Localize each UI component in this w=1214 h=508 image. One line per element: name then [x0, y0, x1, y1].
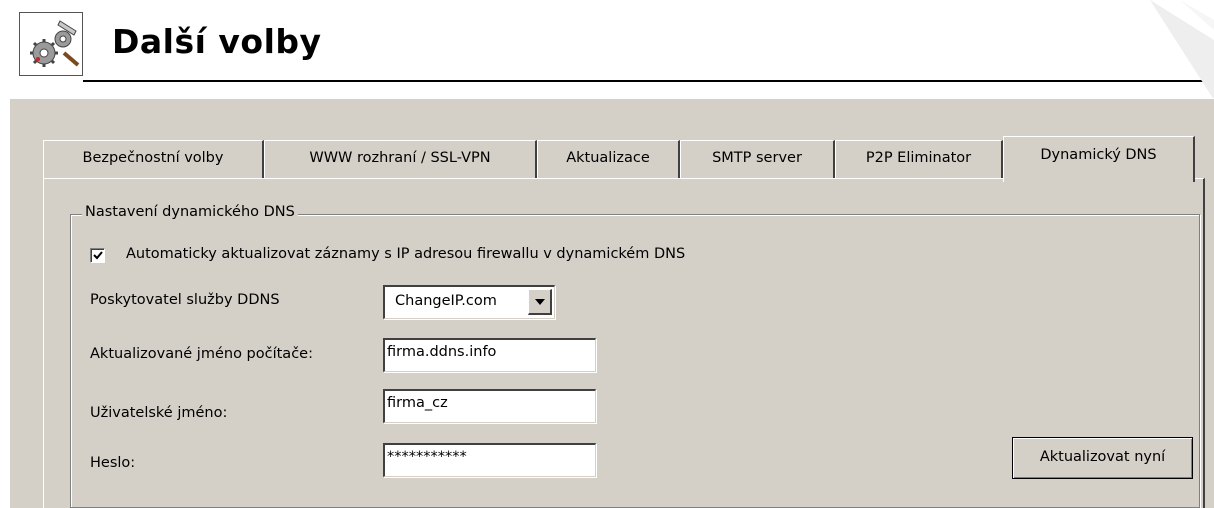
username-label: Uživatelské jméno: — [90, 405, 228, 421]
tab-p2p-eliminator[interactable]: P2P Eliminator — [835, 140, 1003, 180]
auto-update-checkbox[interactable] — [90, 248, 105, 263]
auto-update-label[interactable]: Automaticky aktualizovat záznamy s IP ad… — [126, 246, 685, 262]
checkmark-icon — [93, 251, 103, 260]
chevron-down-icon — [535, 299, 545, 305]
tab-smtp-server[interactable]: SMTP server — [680, 140, 835, 180]
tab-www-rozhrani[interactable]: WWW rozhraní / SSL-VPN — [264, 140, 537, 180]
ddns-group-title: Nastavení dynamického DNS — [82, 204, 298, 220]
update-now-button[interactable]: Aktualizovat nyní — [1012, 437, 1193, 479]
header-divider — [83, 80, 1214, 82]
tab-dynamicky-dns[interactable]: Dynamický DNS — [1003, 136, 1195, 182]
tab-label: Bezpečnostní volby — [82, 150, 224, 166]
tab-bezpecnostni-volby[interactable]: Bezpečnostní volby — [43, 140, 264, 180]
provider-dropdown-button[interactable] — [528, 289, 552, 315]
page-header: Další volby — [0, 0, 1214, 100]
corner-decoration — [1150, 0, 1214, 100]
hostname-input[interactable]: firma.ddns.info — [383, 338, 596, 372]
tab-aktualizace[interactable]: Aktualizace — [537, 140, 680, 180]
hostname-label: Aktualizované jméno počítače: — [90, 346, 313, 362]
tab-label: SMTP server — [712, 150, 802, 166]
provider-select-value: ChangeIP.com — [395, 293, 497, 309]
provider-label: Poskytovatel služby DDNS — [90, 292, 280, 308]
provider-select[interactable]: ChangeIP.com — [383, 285, 555, 319]
page-title: Další volby — [112, 22, 322, 61]
tab-label: Dynamický DNS — [1040, 147, 1157, 163]
tab-label: Aktualizace — [566, 150, 650, 166]
tab-label: WWW rozhraní / SSL-VPN — [309, 150, 491, 166]
password-label: Heslo: — [90, 455, 136, 471]
username-input[interactable]: firma_cz — [383, 389, 596, 423]
password-input[interactable]: *********** — [383, 443, 596, 477]
tools-gear-icon — [19, 12, 83, 76]
tab-label: P2P Eliminator — [865, 150, 972, 166]
